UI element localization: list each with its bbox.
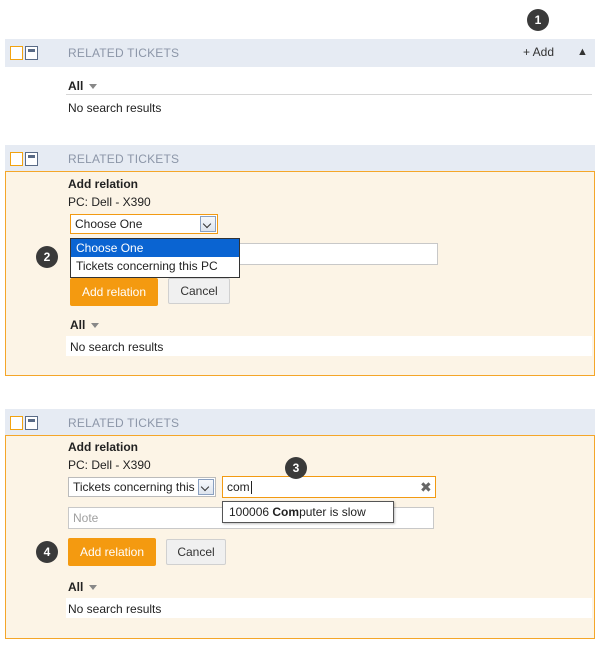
relation-type-dropdown: Choose One Tickets concerning this PC [70, 238, 240, 278]
step-badge-2: 2 [36, 246, 58, 268]
clear-icon[interactable]: ✖ [420, 479, 432, 496]
relation-type-select[interactable]: Choose One [70, 214, 218, 234]
select-value: Choose One [75, 217, 143, 231]
step-badge-4: 4 [36, 541, 58, 563]
filter-dropdown[interactable]: All [70, 318, 100, 332]
document-icon [25, 152, 38, 166]
add-button[interactable]: + Add [523, 45, 554, 59]
filter-dropdown[interactable]: All [68, 580, 98, 594]
no-results-text: No search results [70, 340, 164, 354]
search-value: com [227, 480, 250, 494]
no-results-text: No search results [68, 602, 162, 616]
document-icon [25, 416, 38, 430]
caret-down-icon [91, 323, 100, 329]
section-title: RELATED TICKETS [68, 416, 180, 430]
chevron-down-icon[interactable] [198, 479, 214, 495]
step-badge-1: 1 [527, 9, 549, 31]
section-icons [10, 415, 40, 431]
related-tickets-header: RELATED TICKETS [5, 145, 595, 171]
relation-type-select[interactable]: Tickets concerning this PC [68, 477, 216, 497]
add-relation-heading: Add relation [68, 440, 139, 454]
suggestion-rest: puter is slow [299, 505, 366, 519]
caret-down-icon [89, 84, 98, 90]
cancel-button[interactable]: Cancel [166, 539, 226, 565]
chevron-up-icon[interactable]: ▲ [577, 46, 588, 58]
filter-label: All [68, 79, 84, 93]
no-results-text: No search results [68, 101, 162, 115]
chevron-down-icon[interactable] [200, 216, 216, 232]
filter-label: All [68, 580, 84, 594]
device-label: PC: Dell - X390 [68, 458, 151, 472]
device-label: PC: Dell - X390 [68, 195, 151, 209]
text-cursor [250, 481, 252, 495]
tile-icon [10, 46, 23, 60]
suggestion-id: 100006 [229, 505, 270, 519]
cancel-button[interactable]: Cancel [168, 278, 230, 304]
section-icons [10, 151, 40, 167]
add-relation-button[interactable]: Add relation [70, 278, 158, 306]
document-icon [25, 46, 38, 60]
filter-label: All [70, 318, 86, 332]
section-icons [10, 45, 40, 61]
autocomplete-suggestion[interactable]: 100006 Computer is slow [222, 501, 394, 523]
caret-down-icon [89, 585, 98, 591]
dropdown-option-tickets-pc[interactable]: Tickets concerning this PC [71, 257, 239, 275]
tile-icon [10, 416, 23, 430]
search-input[interactable]: com [222, 476, 436, 498]
divider [66, 94, 592, 95]
section-title: RELATED TICKETS [68, 152, 180, 166]
add-relation-button[interactable]: Add relation [68, 538, 156, 566]
add-relation-heading: Add relation [68, 177, 139, 191]
tile-icon [10, 152, 23, 166]
note-placeholder: Note [73, 511, 99, 525]
filter-dropdown[interactable]: All [68, 79, 98, 93]
select-value: Tickets concerning this PC [73, 480, 215, 494]
step-badge-3: 3 [285, 457, 307, 479]
suggestion-match: Com [272, 505, 300, 519]
section-title: RELATED TICKETS [68, 46, 180, 60]
related-tickets-header: RELATED TICKETS [5, 409, 595, 435]
related-tickets-header: RELATED TICKETS + Add ▲ [5, 39, 595, 67]
dropdown-option-choose-one[interactable]: Choose One [71, 239, 239, 257]
